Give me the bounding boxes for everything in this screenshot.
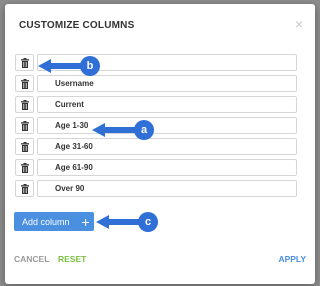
delete-column-button[interactable]: [15, 180, 34, 197]
trash-icon: [20, 78, 29, 89]
column-row: Age 31-60: [15, 138, 297, 155]
column-name-field[interactable]: Current: [37, 96, 297, 113]
column-row: Age 61-90: [15, 159, 297, 176]
delete-column-button[interactable]: [15, 96, 34, 113]
column-name-field[interactable]: Over 90: [37, 180, 297, 197]
callout-letter-a: a: [140, 124, 148, 136]
delete-column-button[interactable]: [15, 138, 34, 155]
column-name-field[interactable]: Age 61-90: [37, 159, 297, 176]
delete-column-button[interactable]: [15, 117, 34, 134]
callout-letter-c: c: [144, 216, 152, 228]
callout-b: b: [38, 56, 102, 76]
callout-a: a: [92, 120, 156, 140]
callout-letter-b: b: [86, 60, 94, 72]
trash-icon: [20, 120, 29, 131]
add-column-button[interactable]: Add column +: [14, 212, 94, 231]
dialog-title: CUSTOMIZE COLUMNS: [19, 20, 135, 31]
column-row: Age 1-30: [15, 117, 297, 134]
column-name-field[interactable]: Age 1-30: [37, 117, 297, 134]
column-row: Over 90: [15, 180, 297, 197]
delete-column-button[interactable]: [15, 159, 34, 176]
close-icon[interactable]: ×: [295, 17, 303, 31]
trash-icon: [20, 141, 29, 152]
reset-button[interactable]: RESET: [58, 254, 86, 264]
callout-c: c: [96, 212, 160, 232]
cancel-button[interactable]: CANCEL: [14, 254, 49, 264]
column-row: Username: [15, 75, 297, 92]
trash-icon: [20, 183, 29, 194]
delete-column-button[interactable]: [15, 54, 34, 71]
trash-icon: [20, 99, 29, 110]
trash-icon: [20, 162, 29, 173]
column-name-field[interactable]: Username: [37, 75, 297, 92]
plus-icon: +: [81, 213, 90, 230]
trash-icon: [20, 57, 29, 68]
delete-column-button[interactable]: [15, 75, 34, 92]
apply-button[interactable]: APPLY: [278, 254, 306, 264]
column-row: Current: [15, 96, 297, 113]
column-list: Username Current Age 1-30 Age 31-60 Age …: [15, 54, 297, 201]
column-name-field[interactable]: Age 31-60: [37, 138, 297, 155]
add-column-label: Add column: [22, 216, 70, 227]
